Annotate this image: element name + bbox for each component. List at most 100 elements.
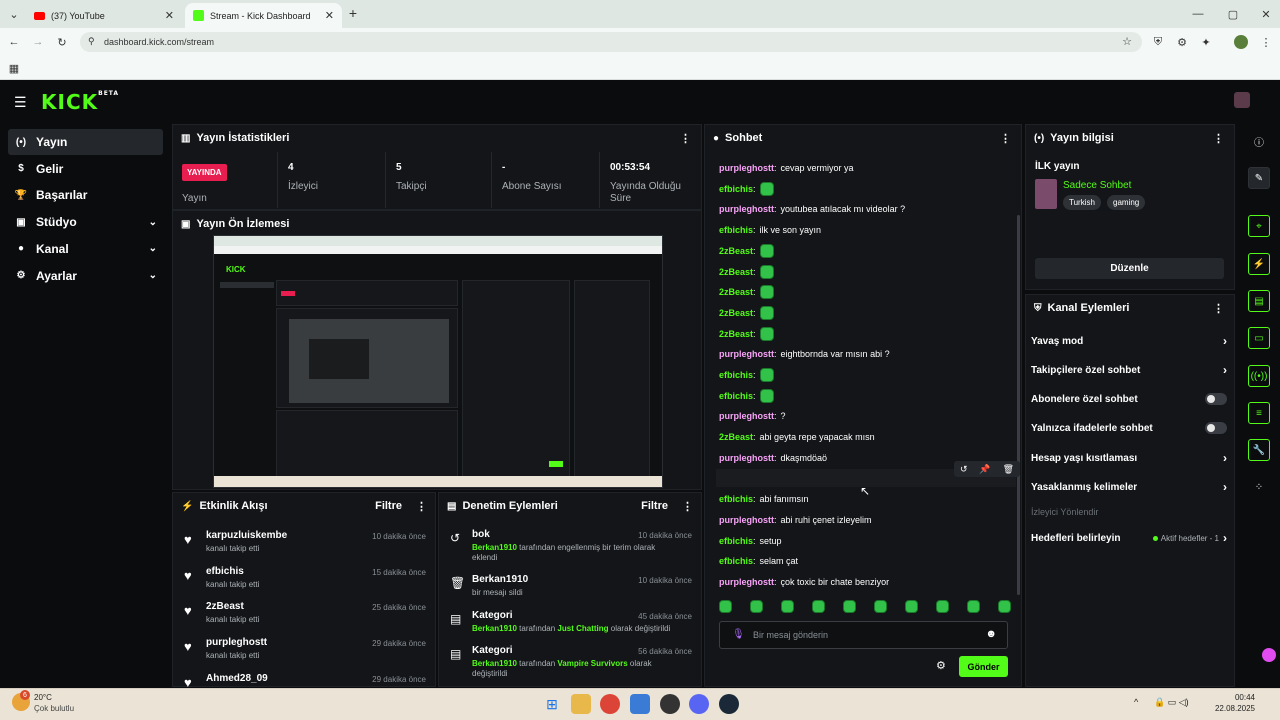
sidebar-item-1[interactable]: $ Gelir bbox=[8, 156, 163, 182]
chat-username[interactable]: efbichis bbox=[719, 370, 753, 380]
chat-username[interactable]: efbichis bbox=[719, 184, 753, 194]
emote-picker-icon[interactable] bbox=[781, 600, 794, 613]
windows-start-icon[interactable]: ⊞ bbox=[542, 694, 562, 714]
chat-username[interactable]: efbichis bbox=[719, 494, 753, 504]
file-explorer-icon[interactable] bbox=[571, 694, 591, 714]
chat-message[interactable]: 2zBeast: bbox=[719, 242, 774, 260]
chat-username[interactable]: 2zBeast bbox=[719, 329, 753, 339]
emote-icon[interactable] bbox=[759, 243, 774, 258]
chat-message[interactable]: purpleghostt: youtubea atılacak mı videol… bbox=[719, 200, 905, 218]
reload-icon[interactable]: ↻ bbox=[54, 34, 70, 50]
close-tab-icon[interactable]: ✕ bbox=[325, 9, 334, 22]
chat-username[interactable]: 2zBeast bbox=[719, 246, 753, 256]
moderator-name[interactable]: Berkan1910 bbox=[472, 624, 517, 633]
more-options-icon[interactable]: ⋮ bbox=[682, 500, 693, 513]
extension-icon[interactable]: ⚙ bbox=[1174, 34, 1190, 50]
puzzle-icon[interactable]: ✦ bbox=[1198, 34, 1214, 50]
chat-username[interactable]: purpleghostt bbox=[719, 204, 774, 214]
set-goals-row[interactable]: Hedefleri belirleyin Aktif hedefler - 1 … bbox=[1031, 527, 1227, 549]
emote-picker-icon[interactable] bbox=[750, 600, 763, 613]
chat-settings-icon[interactable]: ⚙ bbox=[936, 659, 946, 672]
chat-message[interactable]: 2zBeast: bbox=[719, 263, 774, 281]
sidebar-item-0[interactable]: (•) Yayın bbox=[8, 129, 163, 155]
channel-action-row[interactable]: Takipçilere özel sohbet › bbox=[1031, 359, 1227, 381]
chat-message[interactable]: efbichis: ilk ve son yayın bbox=[719, 221, 821, 239]
chat-username[interactable]: purpleghostt bbox=[719, 411, 774, 421]
category-name[interactable]: Sadece Sohbet bbox=[1063, 180, 1131, 191]
bookmark-star-icon[interactable]: ☆ bbox=[1122, 35, 1132, 48]
pencil-icon[interactable]: ✎ bbox=[1248, 167, 1270, 189]
steam-icon[interactable] bbox=[719, 694, 739, 714]
emote-picker-icon[interactable] bbox=[812, 600, 825, 613]
channel-action-row[interactable]: Yasaklanmış kelimeler › bbox=[1031, 476, 1227, 498]
emote-picker-icon[interactable] bbox=[719, 600, 732, 613]
chat-message[interactable]: 2zBeast: bbox=[719, 304, 774, 322]
pin-icon[interactable]: 📌 bbox=[979, 464, 990, 475]
emote-icon[interactable] bbox=[759, 326, 774, 341]
apps-grid-icon[interactable]: ▦ bbox=[6, 60, 22, 76]
chat-message[interactable]: purpleghostt: abi ruhi çenet izleyelim bbox=[719, 511, 872, 529]
tray-app-icons[interactable]: 🔒 ▭ ◁) bbox=[1154, 697, 1189, 708]
chat-message[interactable]: purpleghostt: cevap vermiyor ya bbox=[719, 159, 854, 177]
sidebar-item-3[interactable]: ▣ Stüdyo ⌄ bbox=[8, 209, 163, 235]
profile-avatar[interactable] bbox=[1234, 35, 1248, 49]
sidebar-item-5[interactable]: ⚙ Ayarlar ⌄ bbox=[8, 263, 163, 289]
maximize-icon[interactable]: ▢ bbox=[1225, 6, 1241, 22]
chat-message[interactable]: purpleghostt: çok toxic bir chate benziyo… bbox=[719, 573, 889, 591]
edit-button[interactable]: Düzenle bbox=[1035, 258, 1224, 279]
tag-gaming[interactable]: gaming bbox=[1107, 195, 1146, 210]
more-options-icon[interactable]: ⋮ bbox=[416, 500, 427, 513]
more-options-icon[interactable]: ⋮ bbox=[1213, 302, 1224, 315]
activity-item[interactable]: ♥ purpleghostt kanalı takip etti 29 dakika … bbox=[182, 635, 432, 669]
activity-item[interactable]: ♥ 2zBeast kanalı takip etti 25 dakika önce bbox=[182, 599, 432, 633]
document-icon[interactable]: ▤ bbox=[1248, 290, 1270, 312]
chat-username[interactable]: 2zBeast bbox=[719, 432, 753, 442]
kick-logo[interactable]: KICKBETA bbox=[41, 90, 119, 114]
emoji-icon[interactable]: ☻ bbox=[985, 628, 997, 640]
chat-username[interactable]: 2zBeast bbox=[719, 287, 753, 297]
chat-scrollbar[interactable] bbox=[1017, 215, 1020, 595]
chat-username[interactable]: 2zBeast bbox=[719, 308, 753, 318]
discord-icon[interactable] bbox=[689, 694, 709, 714]
chat-message[interactable]: efbichis: bbox=[719, 366, 774, 384]
chat-message[interactable]: purpleghostt: eightbornda var mısın abi ? bbox=[719, 345, 890, 363]
send-button[interactable]: Gönder bbox=[959, 656, 1008, 677]
channel-action-row[interactable]: Hesap yaşı kısıtlaması › bbox=[1031, 447, 1227, 469]
activity-item[interactable]: ♥ karpuzluiskembe kanalı takip etti 10 daki… bbox=[182, 528, 432, 562]
info-icon[interactable]: ⓘ bbox=[1248, 130, 1270, 152]
chat-username[interactable]: purpleghostt bbox=[719, 515, 774, 525]
chat-username[interactable]: 2zBeast bbox=[719, 267, 753, 277]
activity-user[interactable]: efbichis bbox=[206, 566, 244, 577]
chat-message[interactable]: purpleghostt:? bbox=[719, 407, 786, 425]
activity-user[interactable]: purpleghostt bbox=[206, 637, 267, 648]
sidebar-item-4[interactable]: ● Kanal ⌄ bbox=[8, 236, 163, 262]
minimize-icon[interactable]: — bbox=[1190, 6, 1206, 22]
emote-picker-icon[interactable] bbox=[998, 600, 1011, 613]
back-icon[interactable]: ← bbox=[6, 34, 22, 50]
chat-message[interactable]: efbichis: bbox=[719, 387, 774, 405]
channel-action-row[interactable]: Yalnızca ifadelerle sohbet bbox=[1031, 417, 1227, 439]
more-options-icon[interactable]: ⋮ bbox=[680, 132, 691, 145]
category-name[interactable]: Vampire Survivors bbox=[557, 659, 627, 668]
activity-item[interactable]: ♥ efbichis kanalı takip etti 15 dakika önce bbox=[182, 564, 432, 598]
moderation-filter-button[interactable]: Filtre bbox=[641, 500, 668, 512]
stream-preview-video[interactable]: KICK bbox=[213, 235, 663, 488]
tab-youtube[interactable]: (37) YouTube ✕ bbox=[26, 3, 182, 28]
emote-picker-icon[interactable] bbox=[874, 600, 887, 613]
channel-action-row[interactable]: Abonelere özel sohbet bbox=[1031, 388, 1227, 410]
activity-user[interactable]: Ahmed28_09 bbox=[206, 673, 268, 684]
obs-icon[interactable] bbox=[660, 694, 680, 714]
chat-message[interactable]: efbichis: setup bbox=[719, 532, 782, 550]
microphone-icon[interactable]: 🎙 bbox=[732, 629, 745, 640]
chat-message[interactable]: efbichis: abi fanımsın bbox=[719, 490, 809, 508]
emote-picker-icon[interactable] bbox=[905, 600, 918, 613]
chat-username[interactable]: purpleghostt bbox=[719, 163, 774, 173]
moderator-name[interactable]: Berkan1910 bbox=[472, 543, 517, 552]
activity-filter-button[interactable]: Filtre bbox=[375, 500, 402, 512]
close-window-icon[interactable]: ✕ bbox=[1258, 6, 1274, 22]
chat-username[interactable]: efbichis bbox=[719, 225, 753, 235]
more-options-icon[interactable]: ⋮ bbox=[1213, 132, 1224, 145]
close-tab-icon[interactable]: ✕ bbox=[165, 9, 174, 22]
chat-icon[interactable]: ▭ bbox=[1248, 327, 1270, 349]
floating-widget-icon[interactable] bbox=[1262, 648, 1276, 662]
